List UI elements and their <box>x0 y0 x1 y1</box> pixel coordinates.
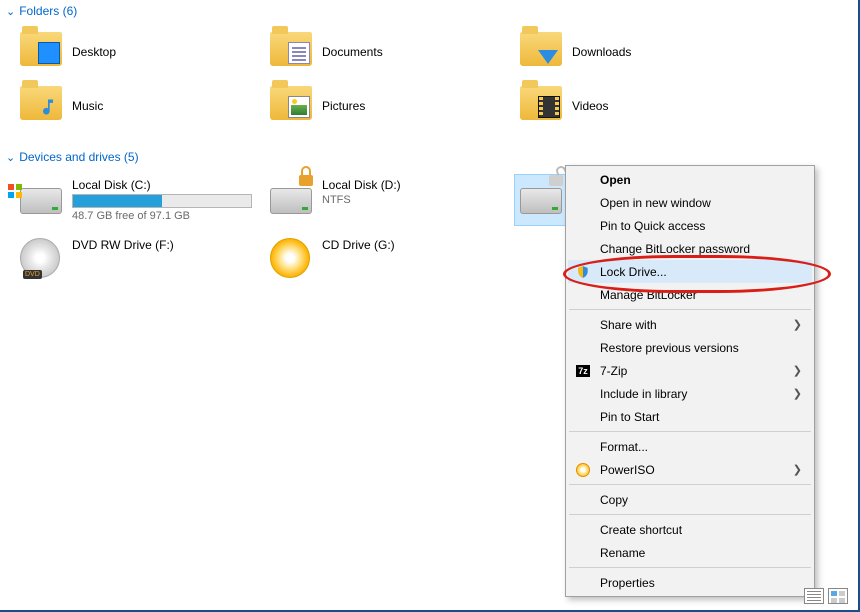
drive-name: DVD RW Drive (F:) <box>72 238 174 252</box>
ctx-share-with[interactable]: Share with❯ <box>568 313 812 336</box>
view-thumbnails-button[interactable] <box>828 588 848 604</box>
folders-section-header[interactable]: ⌄ Folders (6) <box>0 0 858 22</box>
ctx-copy[interactable]: Copy <box>568 488 812 511</box>
folder-downloads[interactable]: Downloads <box>514 28 764 76</box>
separator <box>569 431 811 432</box>
ctx-poweriso[interactable]: PowerISO❯ <box>568 458 812 481</box>
lock-icon <box>298 168 314 186</box>
folder-label: Pictures <box>322 99 365 113</box>
cd-drive-icon <box>270 238 312 280</box>
folder-icon <box>270 86 312 126</box>
folder-pictures[interactable]: Pictures <box>264 82 514 130</box>
drive-icon <box>270 178 312 220</box>
ctx-format[interactable]: Format... <box>568 435 812 458</box>
drive-subtext: NTFS <box>322 194 401 206</box>
chevron-down-icon: ⌄ <box>6 151 15 164</box>
folder-videos[interactable]: Videos <box>514 82 764 130</box>
poweriso-icon <box>575 462 591 478</box>
folder-music[interactable]: Music <box>14 82 264 130</box>
capacity-bar <box>72 194 252 208</box>
folder-icon <box>20 32 62 72</box>
drive-name: Local Disk (D:) <box>322 178 401 192</box>
drive-d[interactable]: Local Disk (D:) NTFS <box>264 174 514 226</box>
chevron-right-icon: ❯ <box>793 387 802 400</box>
ctx-restore-previous-versions[interactable]: Restore previous versions <box>568 336 812 359</box>
folders-header-label: Folders (6) <box>19 4 77 18</box>
ctx-change-bitlocker-password[interactable]: Change BitLocker password <box>568 237 812 260</box>
folder-label: Music <box>72 99 103 113</box>
ctx-lock-drive[interactable]: Lock Drive... <box>568 260 812 283</box>
folder-label: Documents <box>322 45 383 59</box>
ctx-pin-to-start[interactable]: Pin to Start <box>568 405 812 428</box>
chevron-right-icon: ❯ <box>793 463 802 476</box>
ctx-include-in-library[interactable]: Include in library❯ <box>568 382 812 405</box>
ctx-open[interactable]: Open <box>568 168 812 191</box>
shield-icon <box>575 264 591 280</box>
drive-dvd[interactable]: DVD DVD RW Drive (F:) <box>14 234 264 284</box>
lock-open-icon <box>548 168 564 186</box>
drives-header-label: Devices and drives (5) <box>19 150 138 164</box>
drive-icon <box>520 178 562 220</box>
windows-flag-icon <box>8 184 22 198</box>
ctx-create-shortcut[interactable]: Create shortcut <box>568 518 812 541</box>
ctx-7zip[interactable]: 7z 7-Zip❯ <box>568 359 812 382</box>
ctx-manage-bitlocker[interactable]: Manage BitLocker <box>568 283 812 306</box>
folder-icon <box>520 86 562 126</box>
7zip-icon: 7z <box>575 363 591 379</box>
separator <box>569 567 811 568</box>
chevron-down-icon: ⌄ <box>6 5 15 18</box>
drive-name: Local Disk (C:) <box>72 178 252 192</box>
folder-label: Downloads <box>572 45 631 59</box>
separator <box>569 514 811 515</box>
drive-free-text: 48.7 GB free of 97.1 GB <box>72 210 252 222</box>
drive-name: CD Drive (G:) <box>322 238 395 252</box>
folder-icon <box>270 32 312 72</box>
folder-desktop[interactable]: Desktop <box>14 28 264 76</box>
folders-grid: Desktop Documents Downloads Music Pictur… <box>0 22 858 146</box>
view-details-button[interactable] <box>804 588 824 604</box>
folder-label: Desktop <box>72 45 116 59</box>
drive-icon <box>20 178 62 220</box>
context-menu: Open Open in new window Pin to Quick acc… <box>565 165 815 597</box>
separator <box>569 484 811 485</box>
drive-cd[interactable]: CD Drive (G:) <box>264 234 514 284</box>
folder-icon <box>20 86 62 126</box>
ctx-open-new-window[interactable]: Open in new window <box>568 191 812 214</box>
folder-icon <box>520 32 562 72</box>
chevron-right-icon: ❯ <box>793 318 802 331</box>
view-switcher <box>804 588 848 604</box>
chevron-right-icon: ❯ <box>793 364 802 377</box>
drive-c[interactable]: Local Disk (C:) 48.7 GB free of 97.1 GB <box>14 174 264 226</box>
ctx-rename[interactable]: Rename <box>568 541 812 564</box>
ctx-properties[interactable]: Properties <box>568 571 812 594</box>
separator <box>569 309 811 310</box>
dvd-drive-icon: DVD <box>20 238 62 280</box>
folder-documents[interactable]: Documents <box>264 28 514 76</box>
ctx-pin-quick-access[interactable]: Pin to Quick access <box>568 214 812 237</box>
folder-label: Videos <box>572 99 608 113</box>
